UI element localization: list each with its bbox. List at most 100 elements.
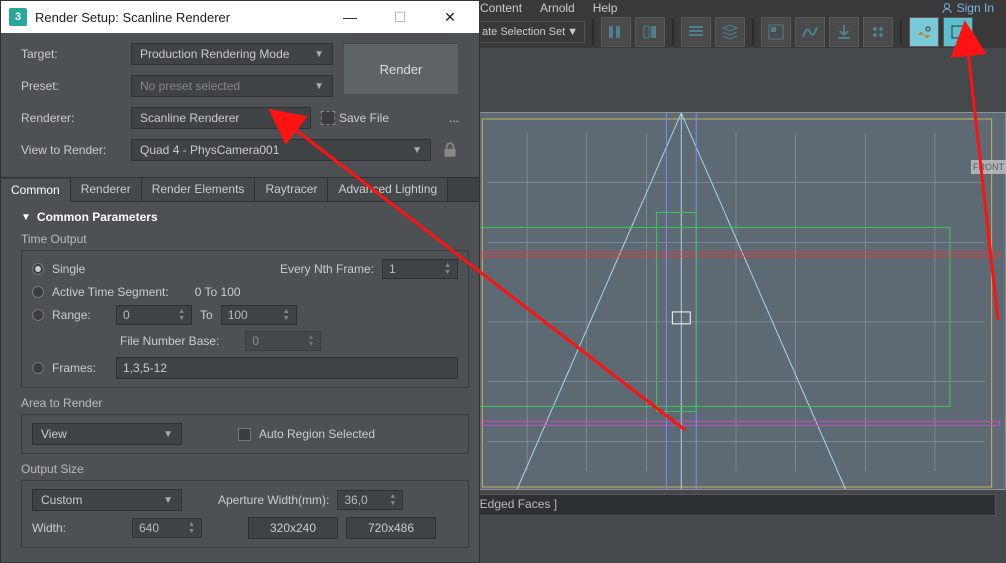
user-icon [941,2,953,14]
minimize-button[interactable]: — [329,3,371,31]
save-file-browse-button[interactable]: ... [449,111,459,125]
preset-320x240-button[interactable]: 320x240 [248,517,338,539]
active-segment-label: Active Time Segment: [52,285,169,299]
chevron-down-icon: ▼ [21,212,31,223]
dialog-titlebar[interactable]: 3 Render Setup: Scanline Renderer — ☐ ✕ [1,1,479,33]
common-parameters-rollout[interactable]: ▼ Common Parameters [21,206,469,228]
aperture-label: Aperture Width(mm): [218,493,329,507]
render-frame-icon[interactable] [863,17,893,47]
output-size-header: Output Size [21,462,469,476]
menu-arnold[interactable]: Arnold [540,1,575,15]
file-number-base-value: 0 [252,334,259,348]
area-value: View [41,427,67,441]
render-setup-icon[interactable] [909,17,939,47]
width-spinner[interactable]: 640▲▼ [132,518,202,538]
file-number-base-label: File Number Base: [120,334,219,348]
target-value: Production Rendering Mode [140,47,289,61]
curve-editor-icon[interactable] [795,17,825,47]
dialog-title: Render Setup: Scanline Renderer [35,10,321,25]
render-button[interactable]: Render [343,43,459,95]
target-dropdown[interactable]: Production Rendering Mode ▼ [131,43,333,65]
tab-common[interactable]: Common [1,179,71,202]
active-segment-range: 0 To 100 [195,285,241,299]
render-setup-dialog: 3 Render Setup: Scanline Renderer — ☐ ✕ … [0,0,480,563]
tab-render-elements[interactable]: Render Elements [142,178,256,201]
chevron-down-icon: ▼ [292,113,302,124]
layer-stack-icon[interactable] [715,17,745,47]
time-single-radio[interactable] [32,263,44,275]
maximize-button: ☐ [379,3,421,31]
renderer-value: Scanline Renderer [140,111,239,125]
preset-dropdown[interactable]: No preset selected ▼ [131,75,333,97]
every-nth-label: Every Nth Frame: [280,262,374,276]
range-from-value: 0 [123,308,130,322]
time-output-header: Time Output [21,232,469,246]
schematic-view-icon[interactable] [761,17,791,47]
file-number-base-spinner[interactable]: 0▲▼ [245,331,321,351]
time-range-radio[interactable] [32,309,44,321]
selection-set-dropdown[interactable]: ate Selection Set ▼ [475,21,585,43]
sign-in-link[interactable]: Sign In [941,0,994,16]
render-tabs: Common Renderer Render Elements Raytrace… [1,177,479,202]
every-nth-value: 1 [389,262,396,276]
width-label: Width: [32,521,86,535]
aperture-spinner[interactable]: 36,0▲▼ [337,490,403,510]
every-nth-spinner[interactable]: 1▲▼ [382,259,458,279]
output-size-dropdown[interactable]: Custom ▼ [32,489,182,511]
range-from-spinner[interactable]: 0▲▼ [116,305,192,325]
save-file-label: Save File [339,111,389,125]
layers-list-icon[interactable] [681,17,711,47]
tab-advanced-lighting[interactable]: Advanced Lighting [328,178,448,201]
renderer-dropdown[interactable]: Scanline Renderer ▼ [131,107,311,129]
time-active-segment-radio[interactable] [32,286,44,298]
area-dropdown[interactable]: View ▼ [32,423,182,445]
tab-raytracer[interactable]: Raytracer [255,178,328,201]
viewport-perspective[interactable] [466,112,1006,490]
menu-help[interactable]: Help [593,1,618,15]
view-to-render-dropdown[interactable]: Quad 4 - PhysCamera001 ▼ [131,139,431,161]
frames-input[interactable]: 1,3,5-12 [116,357,458,379]
rollout-title: Common Parameters [37,210,158,224]
width-value: 640 [139,521,159,535]
preset-value: No preset selected [140,79,240,93]
time-frames-radio[interactable] [32,362,44,374]
target-label: Target: [21,47,121,61]
view-to-render-label: View to Render: [21,143,121,157]
aperture-value: 36,0 [344,493,367,507]
renderer-label: Renderer: [21,111,121,125]
auto-region-checkbox[interactable] [238,428,251,441]
tab-renderer[interactable]: Renderer [71,178,142,201]
mirror-tool-icon[interactable] [635,17,665,47]
range-to-spinner[interactable]: 100▲▼ [221,305,297,325]
close-button[interactable]: ✕ [429,3,471,31]
output-size-value: Custom [41,493,82,507]
viewcube-front-label[interactable]: FRONT [971,160,1006,174]
lock-icon[interactable] [441,141,459,159]
frames-label: Frames: [52,361,108,375]
preset-label: Preset: [21,79,121,93]
preset-720x486-button[interactable]: 720x486 [346,517,436,539]
chevron-down-icon: ▼ [314,49,324,60]
range-to-value: 100 [228,308,248,322]
range-to-label: To [200,308,213,322]
toolbar-separator [900,19,902,45]
chevron-down-icon: ▼ [314,81,324,92]
chevron-down-icon: ▼ [163,429,173,440]
frames-value: 1,3,5-12 [123,361,167,375]
time-single-label: Single [52,262,85,276]
auto-region-label: Auto Region Selected [259,427,375,441]
render-dialog-icon[interactable] [943,17,973,47]
selection-set-label: ate Selection Set [482,26,565,38]
viewport-shading-label[interactable]: [ Edged Faces ] [466,494,996,516]
menu-content[interactable]: Content [480,1,522,15]
area-to-render-header: Area to Render [21,396,469,410]
chevron-down-icon: ▼ [163,495,173,506]
area-to-render-group: View ▼ Auto Region Selected [21,414,469,454]
app-icon: 3 [9,8,27,26]
range-label: Range: [52,308,108,322]
chevron-down-icon: ▼ [567,26,578,38]
save-file-checkbox[interactable] [321,111,335,125]
align-tool-icon[interactable] [601,17,631,47]
material-editor-icon[interactable] [829,17,859,47]
sign-in-label: Sign In [957,1,994,15]
